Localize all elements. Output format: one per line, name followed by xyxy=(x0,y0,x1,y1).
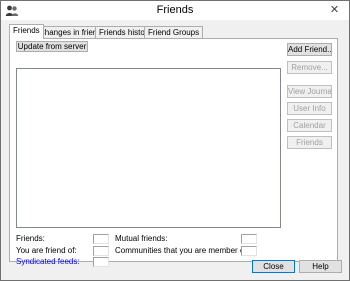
friends-count-field xyxy=(93,234,109,244)
remove-button[interactable]: Remove... xyxy=(287,61,332,74)
friends-window: Friends ✕ Friends Changes in friends Fri… xyxy=(0,0,350,281)
you-are-friend-of-field xyxy=(93,246,109,256)
communities-field xyxy=(241,246,257,256)
close-button[interactable]: Close xyxy=(252,260,295,273)
friends-tab-panel: Update from server Add Friend... Remove.… xyxy=(9,38,338,267)
user-info-button[interactable]: User Info xyxy=(287,102,332,115)
communities-label: Communities that you are member of: xyxy=(115,246,249,255)
close-window-icon[interactable]: ✕ xyxy=(326,3,343,17)
mutual-friends-label: Mutual friends: xyxy=(115,234,168,243)
title-bar[interactable]: Friends ✕ xyxy=(1,1,349,20)
mutual-friends-field xyxy=(241,234,257,244)
view-journal-button[interactable]: View Journal xyxy=(287,85,332,98)
window-title: Friends xyxy=(156,4,194,16)
friends-count-label: Friends: xyxy=(16,234,45,243)
syndicated-feeds-field xyxy=(93,257,109,267)
help-button[interactable]: Help xyxy=(299,260,342,273)
add-friend-button[interactable]: Add Friend... xyxy=(287,43,332,56)
calendar-button[interactable]: Calendar xyxy=(287,119,332,132)
syndicated-feeds-link[interactable]: Syndicated feeds: xyxy=(16,257,80,266)
update-from-server-button[interactable]: Update from server xyxy=(16,41,88,52)
dialog-client: Friends Changes in friends Friends histo… xyxy=(1,20,349,280)
friends-list[interactable] xyxy=(16,68,281,228)
you-are-friend-of-label: You are friend of: xyxy=(16,246,77,255)
friends-button[interactable]: Friends xyxy=(287,136,332,149)
tab-friends[interactable]: Friends xyxy=(9,24,44,39)
tab-friend-groups[interactable]: Friend Groups xyxy=(144,26,204,38)
